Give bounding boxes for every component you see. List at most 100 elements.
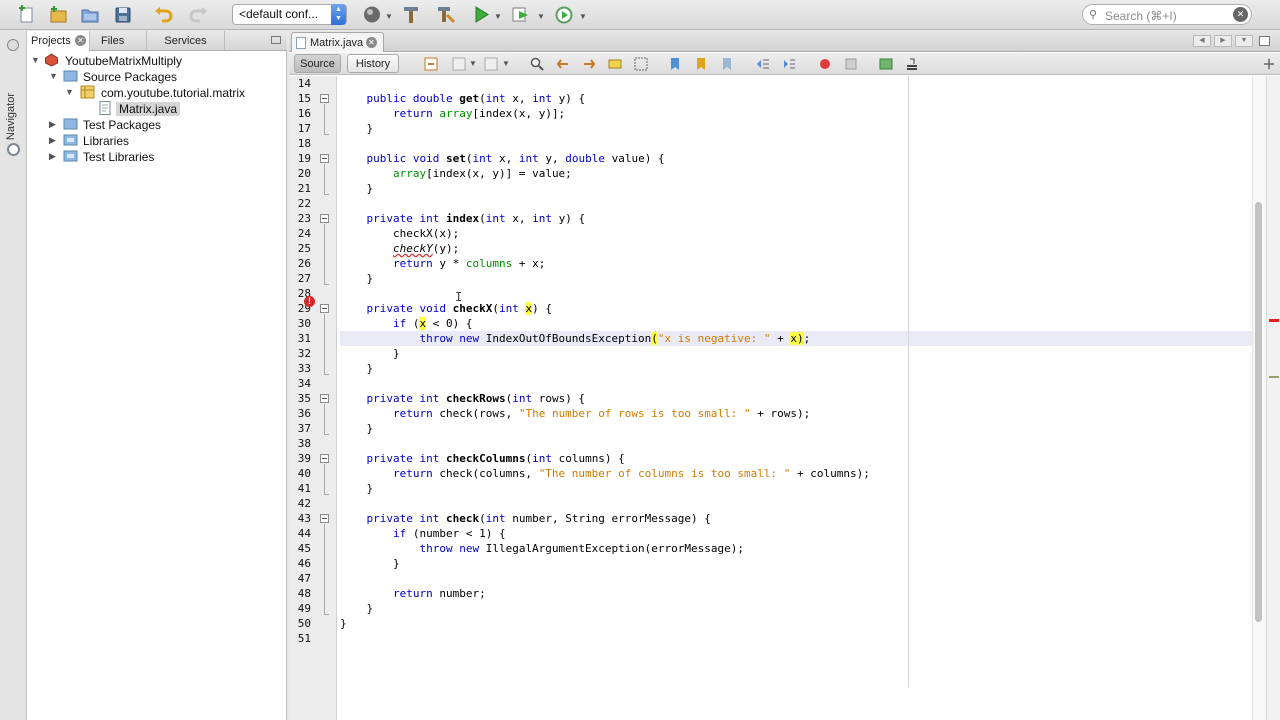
tree-item-package[interactable]: ▼ com.youtube.tutorial.matrix [27, 85, 282, 101]
navigator-compass-icon[interactable] [7, 143, 20, 156]
find-next-icon[interactable] [581, 56, 597, 72]
clean-build-icon[interactable] [435, 5, 455, 24]
tree-item-test-libraries[interactable]: ▶ Test Libraries [27, 149, 282, 165]
tree-item-project[interactable]: ▼ YoutubeMatrixMultiply [27, 53, 282, 69]
tree-item-libraries[interactable]: ▶ Libraries [27, 133, 282, 149]
history-button[interactable]: History [347, 54, 399, 73]
tree-item-test-packages[interactable]: ▶ Test Packages [27, 117, 282, 133]
search-placeholder: Search (⌘+I) [1105, 9, 1177, 23]
toggle-rect-selection-icon[interactable] [633, 56, 649, 72]
project-icon [44, 53, 59, 67]
tree-label: Test Packages [83, 118, 162, 132]
fold-guide [324, 314, 325, 374]
line-number: 21 [297, 182, 311, 195]
fold-guide [324, 224, 325, 284]
close-icon[interactable]: ✕ [366, 37, 377, 48]
maximize-icon[interactable] [1259, 36, 1270, 46]
line-number: 17 [297, 122, 311, 135]
toggle-highlight-icon[interactable] [607, 56, 623, 72]
undo-icon[interactable] [154, 5, 174, 24]
code-area[interactable]: public double get(int x, int y) { return… [340, 76, 1252, 720]
source-button[interactable]: Source [294, 54, 341, 73]
uncomment-icon[interactable] [904, 56, 920, 72]
find-selection-icon[interactable] [529, 56, 545, 72]
minimize-panel-icon[interactable] [271, 36, 281, 44]
fold-toggle-icon[interactable] [320, 154, 329, 163]
scroll-tabs-right-icon[interactable]: ▶ [1214, 35, 1232, 47]
toggle-bookmark-icon[interactable] [719, 56, 735, 72]
new-file-icon[interactable] [16, 5, 36, 24]
find-previous-icon[interactable] [555, 56, 571, 72]
tab-files[interactable]: Files [90, 31, 147, 51]
globe-icon[interactable] [362, 5, 382, 24]
stop-macro-icon[interactable] [843, 56, 859, 72]
tab-list-icon[interactable]: ▼ [1235, 35, 1253, 47]
package-icon [80, 85, 95, 99]
chevron-down-icon[interactable]: ▼ [537, 12, 545, 21]
scroll-tabs-left-icon[interactable]: ◀ [1193, 35, 1211, 47]
shift-left-icon[interactable] [755, 56, 771, 72]
save-all-icon[interactable] [113, 5, 133, 24]
profile-icon[interactable] [554, 5, 574, 24]
last-edit-icon[interactable] [423, 56, 439, 72]
run-icon[interactable] [471, 5, 491, 24]
fold-toggle-icon[interactable] [320, 514, 329, 523]
clear-search-icon[interactable]: ✕ [1233, 7, 1248, 22]
fold-toggle-icon[interactable] [320, 454, 329, 463]
code-line: } [340, 482, 374, 495]
caret-stripe-marker[interactable] [1269, 376, 1279, 378]
chevron-down-icon[interactable]: ▼ [385, 12, 393, 21]
build-hammer-icon[interactable] [401, 5, 421, 24]
error-stripe-marker[interactable] [1269, 319, 1279, 322]
back-icon[interactable] [451, 56, 467, 72]
new-project-icon[interactable] [48, 5, 68, 24]
line-number: 46 [297, 557, 311, 570]
line-number: 15 [297, 92, 311, 105]
fold-toggle-icon[interactable] [320, 304, 329, 313]
fold-toggle-icon[interactable] [320, 94, 329, 103]
chevron-down-icon[interactable]: ▼ [494, 12, 502, 21]
split-editor-icon[interactable] [1261, 56, 1277, 72]
expand-triangle-icon[interactable]: ▶ [49, 119, 56, 130]
next-bookmark-icon[interactable] [693, 56, 709, 72]
open-project-icon[interactable] [80, 5, 100, 24]
tab-services[interactable]: Services [147, 31, 225, 51]
tab-projects[interactable]: Projects ✕ [27, 31, 90, 51]
expand-triangle-icon[interactable]: ▶ [49, 151, 56, 162]
expand-triangle-icon[interactable]: ▶ [49, 135, 56, 146]
redo-icon[interactable] [188, 5, 208, 24]
chevron-down-icon[interactable]: ▼ [502, 59, 510, 68]
fold-toggle-icon[interactable] [320, 214, 329, 223]
chevron-down-icon[interactable]: ▼ [469, 59, 477, 68]
line-number: 42 [297, 497, 311, 510]
code-line: public double get(int x, int y) { [366, 92, 586, 105]
search-field[interactable]: ⚲ Search (⌘+I) ✕ [1082, 4, 1252, 25]
chevron-down-icon[interactable]: ▼ [579, 12, 587, 21]
tab-label: Files [101, 35, 125, 47]
shift-right-icon[interactable] [781, 56, 797, 72]
tab-label: Services [164, 35, 207, 47]
previous-bookmark-icon[interactable] [667, 56, 683, 72]
error-annotation-icon[interactable]: ! [304, 296, 315, 307]
minimize-icon[interactable] [7, 39, 19, 51]
error-stripe[interactable] [1266, 76, 1280, 720]
expand-triangle-icon[interactable]: ▼ [49, 71, 58, 81]
configuration-select[interactable]: <default conf... ▲ ▼ [232, 4, 347, 25]
code-line: } [340, 557, 400, 570]
code-line: throw new IndexOutOfBoundsException("x i… [340, 332, 811, 345]
fold-toggle-icon[interactable] [320, 394, 329, 403]
line-number: 37 [297, 422, 311, 435]
comment-icon[interactable] [878, 56, 894, 72]
line-number: 24 [297, 227, 311, 240]
forward-icon[interactable] [483, 56, 499, 72]
tree-item-matrix-java[interactable]: Matrix.java [27, 101, 282, 117]
scrollbar-thumb[interactable] [1255, 202, 1262, 622]
tree-item-source-packages[interactable]: ▼ Source Packages [27, 69, 282, 85]
close-icon[interactable]: ✕ [75, 35, 86, 46]
tab-matrix-java[interactable]: Matrix.java ✕ [291, 32, 384, 52]
expand-triangle-icon[interactable]: ▼ [65, 87, 74, 97]
expand-triangle-icon[interactable]: ▼ [31, 55, 40, 65]
start-macro-icon[interactable] [817, 56, 833, 72]
debug-icon[interactable] [511, 5, 531, 24]
navigator-tab[interactable]: Navigator [5, 93, 17, 140]
